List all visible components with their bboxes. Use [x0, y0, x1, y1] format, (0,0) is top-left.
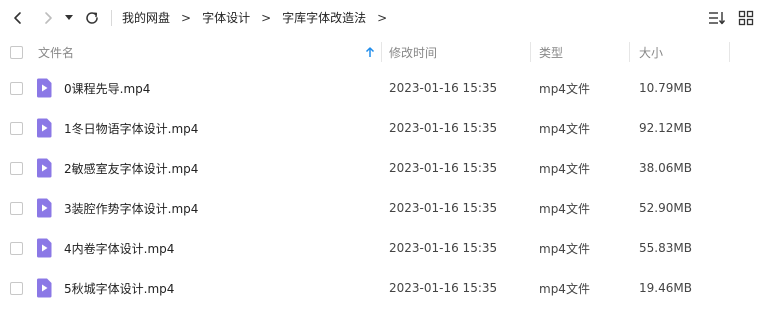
column-divider[interactable]	[530, 42, 531, 62]
breadcrumb: 我的网盘 > 字体设计 > 字库字体改造法 >	[122, 9, 398, 26]
back-button[interactable]	[8, 8, 28, 28]
breadcrumb-separator: >	[377, 10, 388, 25]
table-row[interactable]: 3装腔作势字体设计.mp4 2023-01-16 15:35 mp4文件 52.…	[0, 188, 766, 228]
table-row[interactable]: 5秋城字体设计.mp4 2023-01-16 15:35 mp4文件 19.46…	[0, 268, 766, 308]
file-name[interactable]: 4内卷字体设计.mp4	[64, 228, 174, 268]
file-type: mp4文件	[539, 161, 590, 176]
file-modified: 2023-01-16 15:35	[389, 121, 498, 135]
sort-list-icon	[709, 12, 726, 25]
grid-view-icon	[738, 10, 754, 26]
file-type: mp4文件	[539, 241, 590, 256]
column-header-type[interactable]: 类型	[539, 36, 563, 68]
toolbar-divider	[111, 10, 112, 26]
file-type: mp4文件	[539, 81, 590, 96]
file-type: mp4文件	[539, 121, 590, 136]
video-file-icon	[37, 278, 52, 298]
history-dropdown-button[interactable]	[62, 8, 76, 28]
refresh-button[interactable]	[82, 8, 102, 28]
sort-options-button[interactable]	[708, 9, 726, 27]
breadcrumb-item-folder[interactable]: 字体设计	[202, 9, 250, 26]
table-row[interactable]: 2敏感室友字体设计.mp4 2023-01-16 15:35 mp4文件 38.…	[0, 148, 766, 188]
file-name[interactable]: 3装腔作势字体设计.mp4	[64, 188, 198, 228]
grid-view-button[interactable]	[737, 9, 755, 27]
table-header: 文件名 修改时间 类型 大小	[0, 36, 766, 68]
column-header-size[interactable]: 大小	[639, 36, 663, 68]
breadcrumb-separator: >	[181, 10, 192, 25]
video-file-icon	[37, 78, 52, 98]
file-size: 92.12MB	[639, 121, 692, 135]
column-header-modified[interactable]: 修改时间	[389, 36, 437, 68]
breadcrumb-item-root[interactable]: 我的网盘	[122, 9, 170, 26]
column-divider[interactable]	[381, 42, 382, 62]
row-checkbox[interactable]	[10, 202, 23, 215]
table-row[interactable]: 1冬日物语字体设计.mp4 2023-01-16 15:35 mp4文件 92.…	[0, 108, 766, 148]
table-row[interactable]: 4内卷字体设计.mp4 2023-01-16 15:35 mp4文件 55.83…	[0, 228, 766, 268]
select-all-checkbox[interactable]	[10, 46, 23, 59]
row-checkbox[interactable]	[10, 242, 23, 255]
file-modified: 2023-01-16 15:35	[389, 81, 498, 95]
file-size: 52.90MB	[639, 201, 692, 215]
refresh-icon	[86, 12, 98, 24]
caret-down-icon	[65, 15, 73, 20]
row-checkbox[interactable]	[10, 122, 23, 135]
file-modified: 2023-01-16 15:35	[389, 281, 498, 295]
forward-button[interactable]	[38, 8, 58, 28]
file-list: 0课程先导.mp4 2023-01-16 15:35 mp4文件 10.79MB…	[0, 68, 766, 308]
toolbar: 我的网盘 > 字体设计 > 字库字体改造法 >	[0, 0, 766, 36]
video-file-icon	[37, 238, 52, 258]
row-checkbox[interactable]	[10, 162, 23, 175]
file-name[interactable]: 2敏感室友字体设计.mp4	[64, 148, 198, 188]
file-name[interactable]: 5秋城字体设计.mp4	[64, 268, 174, 308]
file-type: mp4文件	[539, 281, 590, 296]
column-divider[interactable]	[729, 42, 730, 62]
row-checkbox[interactable]	[10, 82, 23, 95]
file-size: 38.06MB	[639, 161, 692, 175]
file-size: 55.83MB	[639, 241, 692, 255]
video-file-icon	[37, 158, 52, 178]
row-checkbox[interactable]	[10, 282, 23, 295]
column-divider[interactable]	[629, 42, 630, 62]
video-file-icon	[37, 118, 52, 138]
file-type: mp4文件	[539, 201, 590, 216]
file-size: 19.46MB	[639, 281, 692, 295]
file-size: 10.79MB	[639, 81, 692, 95]
column-header-name[interactable]: 文件名	[38, 36, 74, 68]
video-file-icon	[37, 198, 52, 218]
breadcrumb-separator: >	[261, 10, 272, 25]
file-modified: 2023-01-16 15:35	[389, 161, 498, 175]
sort-ascending-icon[interactable]	[364, 46, 376, 58]
file-name[interactable]: 1冬日物语字体设计.mp4	[64, 108, 198, 148]
chevron-left-icon	[14, 12, 21, 24]
breadcrumb-item-current[interactable]: 字库字体改造法	[282, 9, 366, 26]
table-row[interactable]: 0课程先导.mp4 2023-01-16 15:35 mp4文件 10.79MB	[0, 68, 766, 108]
file-name[interactable]: 0课程先导.mp4	[64, 68, 150, 108]
file-modified: 2023-01-16 15:35	[389, 241, 498, 255]
chevron-right-icon	[45, 12, 52, 24]
file-modified: 2023-01-16 15:35	[389, 201, 498, 215]
